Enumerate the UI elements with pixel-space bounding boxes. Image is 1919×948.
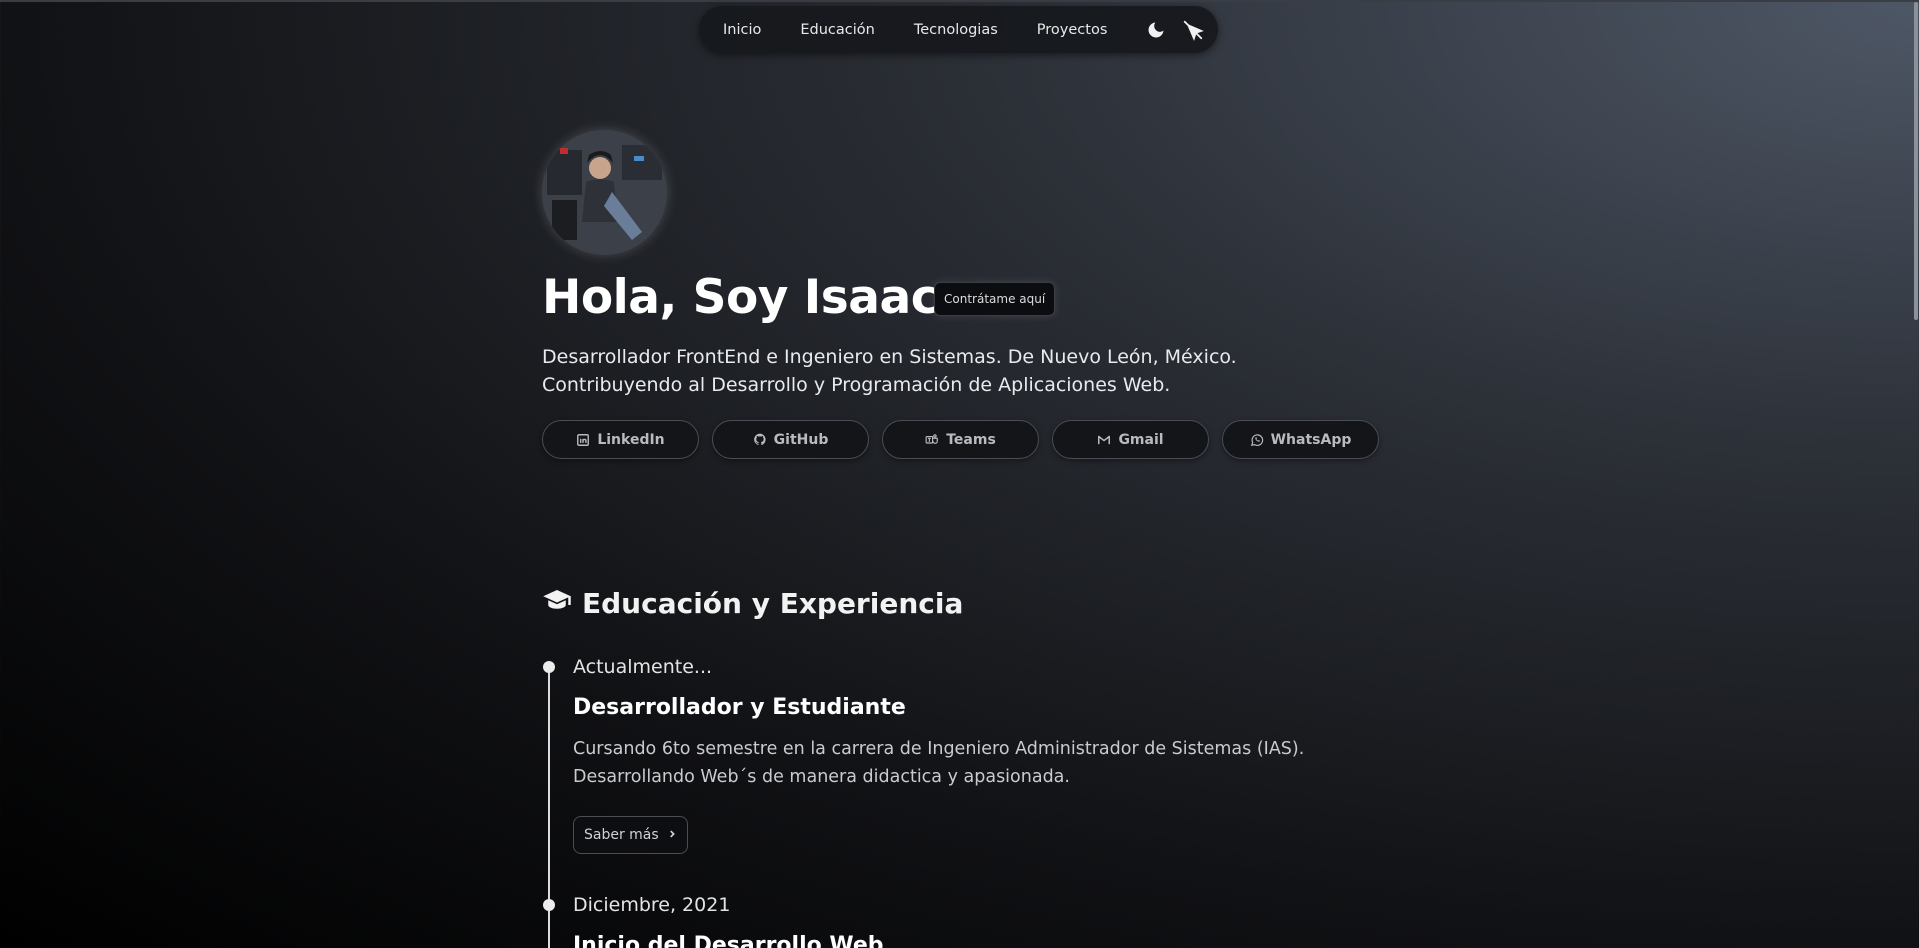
no-pointer-icon[interactable]: [1181, 10, 1206, 50]
section-title-education: Educación y Experiencia: [542, 585, 963, 622]
linkedin-icon: [576, 433, 590, 447]
scrollbar[interactable]: [1913, 0, 1919, 948]
scrollbar-thumb[interactable]: [1914, 2, 1918, 320]
linkedin-button[interactable]: LinkedIn: [542, 420, 699, 459]
social-label: Gmail: [1118, 431, 1164, 448]
moon-icon[interactable]: [1143, 10, 1168, 50]
whatsapp-button[interactable]: WhatsApp: [1222, 420, 1379, 459]
avatar: [542, 130, 667, 255]
timeline-date: Actualmente...: [573, 656, 713, 678]
timeline-title: Inicio del Desarrollo Web: [573, 933, 884, 948]
social-label: Teams: [946, 431, 996, 448]
nav-link-inicio[interactable]: Inicio: [711, 22, 800, 38]
timeline-dot: [543, 661, 555, 673]
chevron-right-icon: [667, 827, 677, 843]
nav-link-educacion[interactable]: Educación: [800, 22, 913, 38]
whatsapp-icon: [1250, 433, 1264, 447]
top-navigation: Inicio Educación Tecnologias Proyectos: [699, 6, 1218, 53]
timeline-date: Diciembre, 2021: [573, 894, 731, 916]
read-more-button[interactable]: Saber más: [573, 816, 688, 854]
gmail-icon: [1097, 433, 1111, 447]
section-heading: Educación y Experiencia: [582, 587, 964, 620]
timeline-title: Desarrollador y Estudiante: [573, 695, 906, 720]
social-label: LinkedIn: [597, 431, 665, 448]
nav-link-proyectos[interactable]: Proyectos: [1037, 22, 1138, 38]
hire-me-button[interactable]: Contrátame aquí: [934, 282, 1056, 316]
top-border: [0, 0, 1919, 2]
nav-link-tecnologias[interactable]: Tecnologias: [914, 22, 1037, 38]
teams-button[interactable]: Teams: [882, 420, 1039, 459]
social-links: LinkedIn GitHub Teams Gmail WhatsApp: [542, 420, 1379, 459]
gmail-button[interactable]: Gmail: [1052, 420, 1209, 459]
hero-title: Hola, Soy Isaac: [542, 270, 939, 325]
read-more-label: Saber más: [584, 827, 659, 843]
github-button[interactable]: GitHub: [712, 420, 869, 459]
social-label: GitHub: [773, 431, 829, 448]
timeline-dot: [543, 899, 555, 911]
timeline-description: Cursando 6to semestre en la carrera de I…: [573, 739, 1305, 787]
teams-icon: [925, 433, 939, 447]
graduation-cap-icon: [542, 585, 572, 622]
hero-description: Desarrollador FrontEnd e Ingeniero en Si…: [542, 346, 1237, 396]
social-label: WhatsApp: [1270, 431, 1352, 448]
github-icon: [753, 433, 767, 447]
